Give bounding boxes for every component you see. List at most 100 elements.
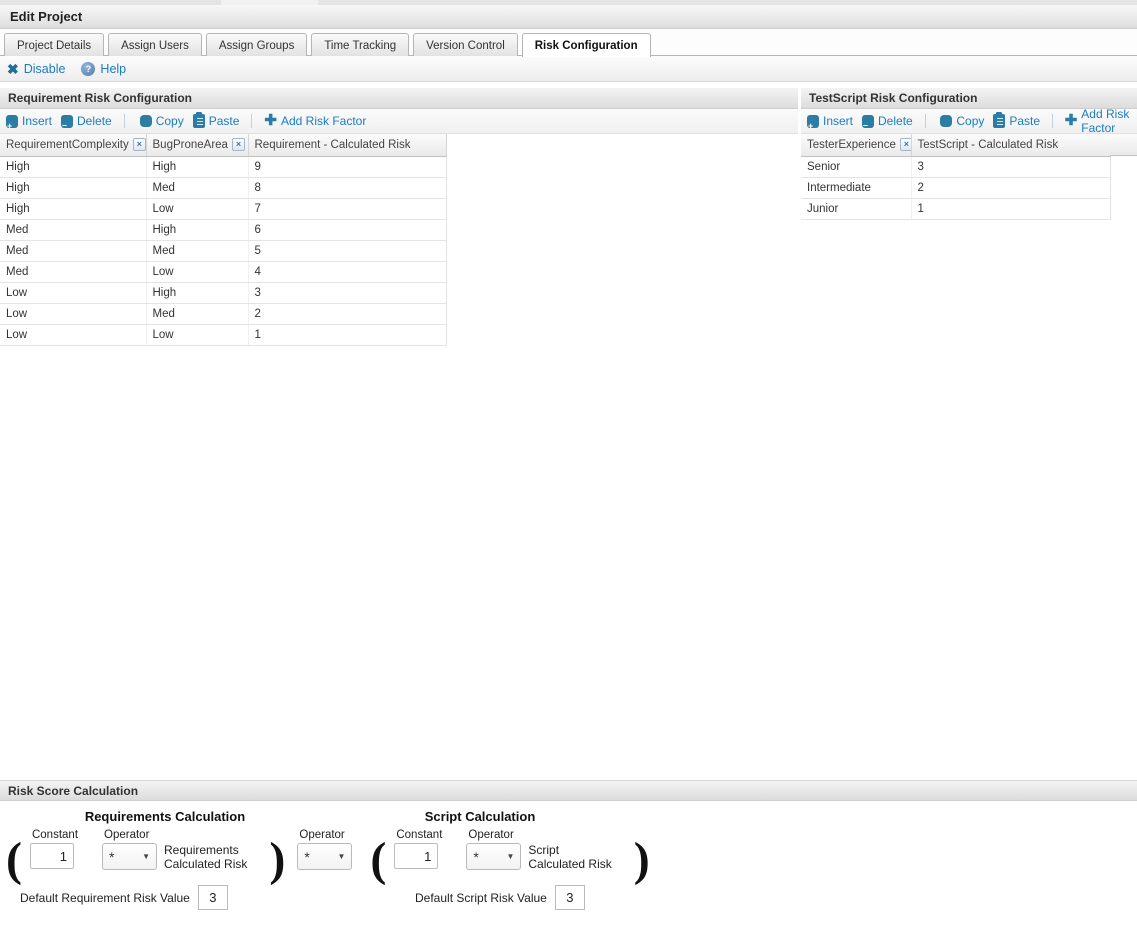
requirements-calculated-risk-operand: Requirements Calculated Risk (164, 843, 247, 871)
chevron-down-icon: ▼ (506, 852, 514, 861)
top-notch (221, 0, 318, 5)
middle-operator-select[interactable]: * ▼ (297, 843, 352, 870)
column-header-requirementcomplexity[interactable]: RequirementComplexity × (0, 134, 146, 156)
column-header-testerexperience[interactable]: TesterExperience × (801, 134, 911, 156)
operator-label: Operator (102, 829, 157, 841)
middle-operator-field: Operator * ▼ (297, 829, 352, 870)
table-row: MedMed5 (0, 240, 446, 261)
header-filler (1110, 134, 1137, 156)
tab-time-tracking[interactable]: Time Tracking (311, 33, 409, 56)
cell[interactable]: Med (146, 240, 248, 261)
paste-icon (193, 114, 205, 128)
table-row: MedLow4 (0, 261, 446, 282)
column-header-testscript-calculated-risk[interactable]: TestScript - Calculated Risk (911, 134, 1110, 156)
add-risk-factor-button[interactable]: ✚ Add Risk Factor (1065, 107, 1131, 135)
default-requirement-risk-input[interactable] (198, 885, 228, 910)
cell[interactable]: Low (146, 261, 248, 282)
tab-assign-users[interactable]: Assign Users (108, 33, 202, 56)
cell[interactable]: Low (146, 324, 248, 345)
cell[interactable]: Med (0, 219, 146, 240)
cell[interactable]: Low (0, 324, 146, 345)
disable-button[interactable]: ✖ Disable (7, 62, 65, 76)
cell[interactable]: 6 (248, 219, 446, 240)
default-requirement-risk-row: Default Requirement Risk Value (20, 885, 228, 910)
help-button[interactable]: ? Help (81, 62, 126, 76)
cell[interactable]: Intermediate (801, 177, 911, 198)
cell[interactable]: 1 (911, 198, 1110, 219)
cell[interactable]: 4 (248, 261, 446, 282)
plus-icon: ✚ (264, 114, 277, 128)
cell[interactable]: 3 (248, 282, 446, 303)
page-title: Edit Project (0, 5, 1137, 29)
paste-label: Paste (1009, 114, 1040, 128)
add-risk-factor-label: Add Risk Factor (281, 114, 366, 128)
cell[interactable]: Med (146, 303, 248, 324)
add-risk-factor-button[interactable]: ✚ Add Risk Factor (264, 114, 366, 128)
insert-button[interactable]: Insert (6, 114, 52, 128)
cell[interactable]: Low (0, 303, 146, 324)
paste-button[interactable]: Paste (993, 114, 1040, 128)
column-label: TesterExperience (807, 139, 896, 151)
remove-column-button[interactable]: × (133, 138, 146, 151)
insert-button[interactable]: Insert (807, 114, 853, 128)
toolbar-separator (124, 114, 125, 128)
insert-label: Insert (823, 114, 853, 128)
column-label: TestScript - Calculated Risk (918, 139, 1059, 151)
table-row: Senior3 (801, 156, 1110, 177)
tab-assign-groups[interactable]: Assign Groups (206, 33, 307, 56)
tab-risk-configuration[interactable]: Risk Configuration (522, 33, 651, 57)
copy-button[interactable]: Copy (137, 114, 184, 128)
cell[interactable]: 2 (248, 303, 446, 324)
copy-label: Copy (956, 114, 984, 128)
cell[interactable]: 5 (248, 240, 446, 261)
cell[interactable]: Med (146, 177, 248, 198)
cell[interactable]: 1 (248, 324, 446, 345)
cell[interactable]: High (146, 156, 248, 177)
toolbar-separator (925, 114, 926, 128)
remove-column-button[interactable]: × (232, 138, 245, 151)
requirements-operator-select[interactable]: * ▼ (102, 843, 157, 870)
operator-value: * (304, 849, 309, 865)
cell[interactable]: 2 (911, 177, 1110, 198)
copy-button[interactable]: Copy (937, 114, 984, 128)
operator-value: * (109, 849, 114, 865)
insert-label: Insert (22, 114, 52, 128)
column-header-requirement-calculated-risk[interactable]: Requirement - Calculated Risk (248, 134, 446, 156)
default-script-risk-input[interactable] (555, 885, 585, 910)
cell[interactable]: Low (0, 282, 146, 303)
cell[interactable]: Med (0, 240, 146, 261)
delete-button[interactable]: Delete (862, 114, 913, 128)
cell[interactable]: 9 (248, 156, 446, 177)
chevron-down-icon: ▼ (142, 852, 150, 861)
cell[interactable]: Med (0, 261, 146, 282)
tab-version-control[interactable]: Version Control (413, 33, 518, 56)
paste-button[interactable]: Paste (193, 114, 240, 128)
cell[interactable]: High (0, 198, 146, 219)
help-icon: ? (81, 62, 95, 76)
cell[interactable]: 8 (248, 177, 446, 198)
cell[interactable]: 7 (248, 198, 446, 219)
testscript-risk-table: TesterExperience × TestScript - Calculat… (801, 134, 1111, 220)
script-operator-select[interactable]: * ▼ (466, 843, 521, 870)
operator-label: Operator (466, 829, 521, 841)
cell[interactable]: High (146, 219, 248, 240)
table-row: LowLow1 (0, 324, 446, 345)
requirement-risk-table: RequirementComplexity × BugProneArea × R… (0, 134, 447, 346)
tab-project-details[interactable]: Project Details (4, 33, 104, 56)
table-row: HighHigh9 (0, 156, 446, 177)
cell[interactable]: Senior (801, 156, 911, 177)
cell[interactable]: Low (146, 198, 248, 219)
cell[interactable]: High (0, 156, 146, 177)
requirements-constant-input[interactable] (30, 843, 74, 869)
column-header-bugpronearea[interactable]: BugProneArea × (146, 134, 248, 156)
cell[interactable]: High (0, 177, 146, 198)
cell[interactable]: 3 (911, 156, 1110, 177)
operator-label: Operator (297, 829, 352, 841)
cell[interactable]: High (146, 282, 248, 303)
cell[interactable]: Junior (801, 198, 911, 219)
column-label: BugProneArea (153, 139, 228, 151)
disable-label: Disable (24, 62, 66, 76)
script-constant-input[interactable] (394, 843, 438, 869)
delete-button[interactable]: Delete (61, 114, 112, 128)
remove-column-button[interactable]: × (900, 138, 911, 151)
